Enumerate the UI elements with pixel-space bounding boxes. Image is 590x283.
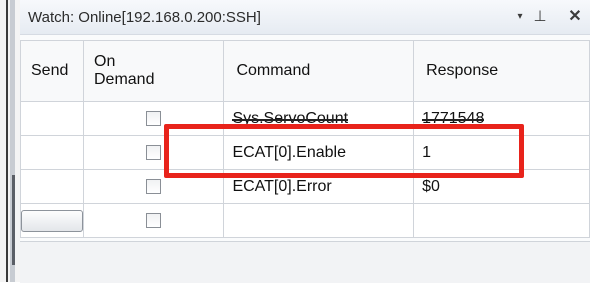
table-row: [20, 203, 590, 238]
column-header-command[interactable]: Command: [223, 40, 415, 102]
on-demand-checkbox[interactable]: [146, 179, 162, 194]
left-splitter: [0, 0, 20, 282]
highlight-box: [164, 124, 524, 178]
grid-empty-area: [20, 241, 590, 283]
panel-titlebar: Watch: Online[192.168.0.200:SSH] ▾ ⊥ ✕: [20, 0, 590, 35]
panel-title: Watch: Online[192.168.0.200:SSH]: [28, 9, 261, 26]
on-demand-cell: [82, 203, 225, 238]
response-cell: [413, 203, 590, 238]
column-header-response[interactable]: Response: [413, 40, 590, 102]
splitter-line: [6, 0, 8, 282]
on-demand-label-line1: On: [94, 53, 116, 70]
splitter-thumb[interactable]: [12, 175, 15, 265]
dropdown-icon[interactable]: ▾: [510, 7, 530, 27]
column-header-send[interactable]: Send: [20, 40, 84, 102]
on-demand-checkbox[interactable]: [146, 145, 162, 160]
send-cell: [20, 203, 84, 238]
send-cell: [20, 169, 84, 204]
header-row: Send On Demand Command Response: [20, 40, 590, 102]
send-cell: [20, 135, 84, 170]
close-icon[interactable]: ✕: [565, 7, 585, 27]
column-header-on-demand[interactable]: On Demand: [82, 40, 225, 102]
send-button[interactable]: [21, 209, 83, 232]
on-demand-checkbox[interactable]: [146, 213, 162, 228]
pin-icon[interactable]: ⊥: [530, 7, 550, 27]
command-cell-new[interactable]: [223, 203, 415, 238]
send-cell: [20, 101, 84, 136]
on-demand-checkbox[interactable]: [146, 111, 162, 126]
on-demand-label-line2: Demand: [94, 71, 155, 88]
